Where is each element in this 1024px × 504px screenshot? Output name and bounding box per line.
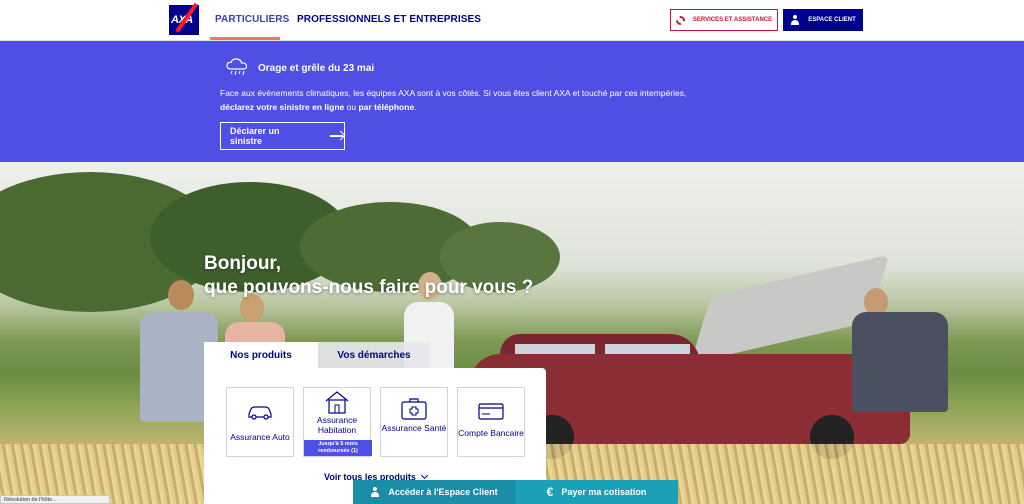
espace-client-label: ESPACE CLIENT	[808, 17, 856, 23]
product-card-bancaire[interactable]: Compte Bancaire	[457, 387, 525, 457]
euro-icon: €	[546, 485, 554, 499]
sticky-action-bar: Accéder à l'Espace Client € Payer ma cot…	[353, 480, 678, 504]
hero-title: Bonjour, que pouvons-nous faire pour vou…	[204, 252, 533, 300]
axa-logo[interactable]: AXA	[169, 2, 199, 35]
alert-text-or: ou	[344, 102, 359, 112]
site-header: AXA PARTICULIERS PROFESSIONNELS ET ENTRE…	[0, 0, 1024, 41]
alert-title: Orage et grêle du 23 mai	[258, 63, 375, 74]
product-label: Assurance Auto	[230, 432, 290, 442]
product-card-sante[interactable]: Assurance Santé	[380, 387, 448, 457]
phone-link[interactable]: par téléphone	[358, 102, 414, 112]
product-label: Assurance Santé	[381, 423, 447, 433]
nav-tab-particuliers[interactable]: PARTICULIERS	[215, 14, 289, 25]
user-icon	[370, 487, 380, 497]
pay-contribution-label: Payer ma cotisation	[561, 487, 647, 497]
nav-tab-professionnels[interactable]: PROFESSIONNELS ET ENTREPRISES	[297, 14, 481, 25]
services-assistance-button[interactable]: SERVICES ET ASSISTANCE	[670, 9, 778, 31]
browser-status-bar: Résolution de l'hôte...	[0, 495, 110, 504]
alert-text-end: .	[414, 102, 417, 112]
storm-cloud-icon	[226, 58, 248, 76]
bank-card-icon	[478, 403, 504, 420]
product-tabs: Nos produits Vos démarches	[204, 342, 430, 368]
hero-title-line1: Bonjour,	[204, 253, 282, 274]
medical-kit-icon	[401, 398, 427, 420]
declare-claim-button[interactable]: Déclarer un sinistre	[220, 122, 345, 150]
chevron-down-icon	[420, 471, 428, 480]
espace-client-button[interactable]: ESPACE CLIENT	[783, 9, 863, 31]
declare-online-link[interactable]: déclarez votre sinistre en ligne	[220, 102, 344, 112]
tab-nos-produits[interactable]: Nos produits	[204, 342, 318, 368]
lifebuoy-icon	[675, 15, 685, 25]
storm-alert-banner: Orage et grêle du 23 mai Face aux évènem…	[0, 41, 1024, 162]
refund-badge: Jusqu'à 5 mois remboursés (1)	[304, 440, 372, 456]
hero-section: Bonjour, que pouvons-nous faire pour vou…	[0, 162, 1024, 504]
user-icon	[790, 15, 800, 25]
alert-text-intro: Face aux évènements climatiques, les équ…	[220, 88, 687, 98]
hero-title-line2: que pouvons-nous faire pour vous ?	[204, 277, 534, 298]
alert-text: Face aux évènements climatiques, les équ…	[220, 86, 740, 114]
pay-contribution-button[interactable]: € Payer ma cotisation	[515, 480, 678, 504]
access-client-space-button[interactable]: Accéder à l'Espace Client	[353, 480, 515, 504]
nav-active-indicator	[210, 37, 280, 40]
person-figure	[852, 312, 948, 412]
product-label: Assurance Habitation	[316, 415, 358, 435]
product-card-habitation[interactable]: Assurance Habitation Jusqu'à 5 mois remb…	[303, 387, 372, 457]
house-icon	[325, 391, 349, 414]
services-assistance-label: SERVICES ET ASSISTANCE	[692, 17, 773, 23]
access-client-label: Accéder à l'Espace Client	[388, 487, 498, 497]
tab-vos-demarches[interactable]: Vos démarches	[318, 342, 430, 368]
car-icon	[248, 406, 272, 420]
arrow-right-icon	[330, 131, 344, 141]
declare-claim-label: Déclarer un sinistre	[230, 126, 280, 146]
person-head	[168, 280, 194, 310]
product-card-auto[interactable]: Assurance Auto	[226, 387, 294, 457]
product-label: Compte Bancaire	[458, 428, 524, 438]
